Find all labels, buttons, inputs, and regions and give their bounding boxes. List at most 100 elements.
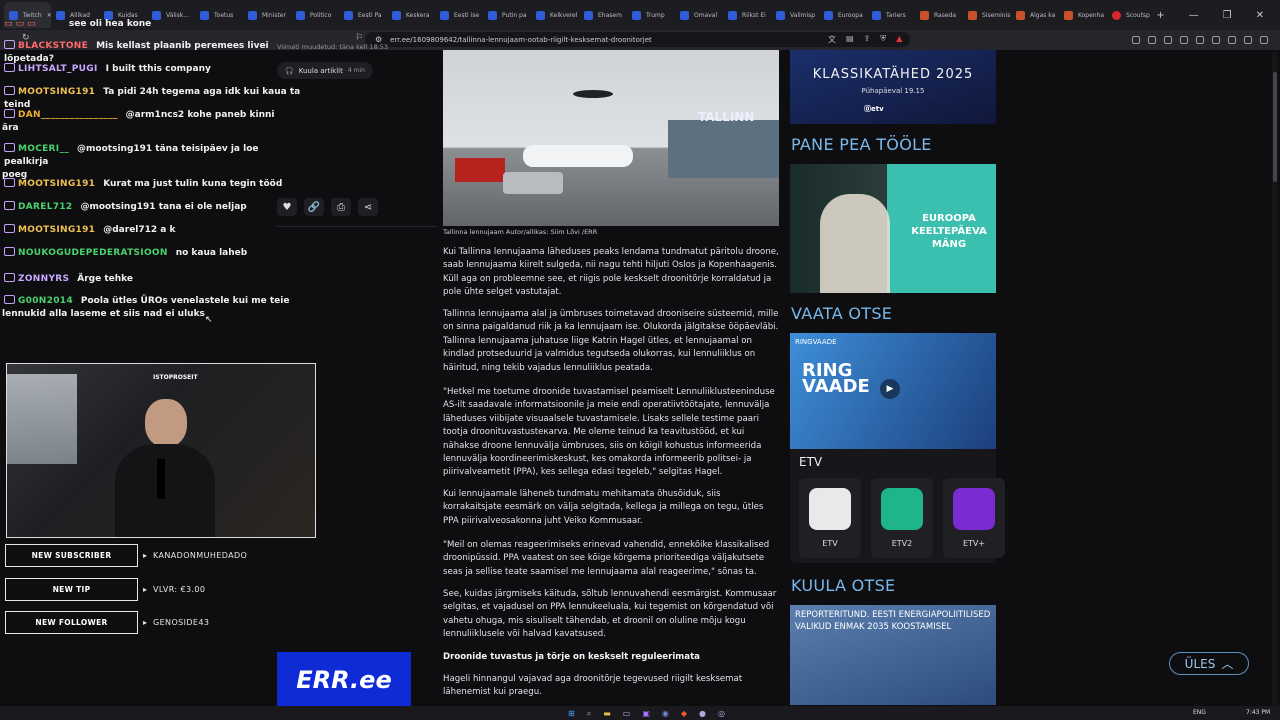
new-tab-icon[interactable]: + <box>1156 10 1164 21</box>
chat-username[interactable]: G00N2014 <box>18 296 73 306</box>
shield-icon[interactable]: ⛨ <box>880 34 886 45</box>
browser-tab[interactable]: Ehasem <box>579 2 627 28</box>
streamer-body <box>115 444 215 537</box>
browser-tab[interactable]: Minister <box>243 2 291 28</box>
menu-icon[interactable] <box>1260 35 1268 44</box>
tab-label: Välisk... <box>166 11 189 19</box>
discord-icon[interactable]: ◉ <box>662 709 669 719</box>
chat-message: NOUKOGUDEPEDERATSIOON no kaua laheb <box>4 247 304 260</box>
tab-favicon-icon <box>248 10 257 20</box>
subscriber-badge-icon <box>4 224 15 233</box>
live-video-thumbnail[interactable]: RINGVAADE RING VAADE ▶ <box>790 333 996 449</box>
radio-thumbnail[interactable]: REPORTERITUND. EESTI ENERGIAPOLIITILISED… <box>790 605 996 705</box>
tab-label: Toetus <box>214 11 234 19</box>
browser-tab[interactable]: Euroopa <box>819 2 867 28</box>
browser-tab[interactable]: Scoutsp <box>1107 2 1155 28</box>
browser-tab[interactable]: Politico <box>291 2 339 28</box>
start-icon[interactable]: ⊞ <box>568 709 575 719</box>
chat-username[interactable]: DAN________________ <box>18 110 118 120</box>
close-icon[interactable]: ✕ <box>1256 10 1264 21</box>
article-subheading: Droonide tuvastus ja tõrje on keskselt r… <box>443 652 700 662</box>
copy-link-button[interactable]: 🔗 <box>304 198 324 216</box>
minimize-icon[interactable]: — <box>1189 10 1199 21</box>
translate-icon[interactable]: 文 <box>828 34 836 45</box>
sidebar-icon[interactable] <box>1180 35 1188 44</box>
browser-tab[interactable]: Omaval <box>675 2 723 28</box>
keeltepaev-banner[interactable]: EUROOPA KEELTEPÄEVA MÄNG <box>790 164 996 293</box>
tab-label: Kuidas <box>118 11 138 19</box>
channel-etv2[interactable]: ETV2 <box>871 478 933 558</box>
search-icon[interactable]: ⌕ <box>587 709 591 719</box>
chat-username[interactable]: DAREL712 <box>18 202 72 212</box>
heading-kuula-otse: KUULA OTSE <box>791 576 896 595</box>
alert-label: NEW TIP <box>5 578 138 601</box>
browser-tab[interactable]: Eesti ise <box>435 2 483 28</box>
channel-etv[interactable]: ETV <box>799 478 861 558</box>
subscriber-badge-icon <box>4 40 15 49</box>
browser-tab[interactable]: Putin pa <box>483 2 531 28</box>
tab-favicon-icon <box>776 10 785 20</box>
wallet-icon[interactable] <box>1196 35 1204 44</box>
tab-favicon-icon <box>392 10 401 20</box>
tab-label: Eesti ise <box>454 11 480 19</box>
extension-icon[interactable] <box>1132 35 1140 44</box>
tab-favicon-icon <box>680 10 689 20</box>
channel-logo-icon <box>953 488 995 530</box>
browser-tab[interactable]: Kopenha <box>1059 2 1107 28</box>
share-icon[interactable]: ⇪ <box>864 34 871 45</box>
vpn-icon[interactable] <box>1212 35 1220 44</box>
channel-etv-plus[interactable]: ETV+ <box>943 478 1005 558</box>
maximize-icon[interactable]: ❐ <box>1223 10 1232 21</box>
page-scrollbar[interactable] <box>1272 52 1278 706</box>
browser-tab[interactable]: Raseda <box>915 2 963 28</box>
brave-rewards-icon[interactable]: ▲ <box>896 34 902 45</box>
language-indicator[interactable]: ENG <box>1193 709 1206 716</box>
tab-label: Tariers <box>886 11 906 19</box>
browser-tab[interactable]: Siseminis <box>963 2 1011 28</box>
chat-text: no kaua laheb <box>175 248 248 258</box>
mouse-cursor-icon: ↖ <box>205 315 213 325</box>
klassikatahed-banner[interactable]: KLASSIKATÄHED 2025 Pühapäeval 19.15 ⓪etv <box>790 50 996 124</box>
windows-taskbar: ⊞ ⌕ ▬ ▭ ▣ ◉ ◆ ● ◎ ENG 7:43 PM <box>0 706 1280 720</box>
chat-username[interactable]: MOOTSING191 <box>18 225 95 235</box>
browser-tab[interactable]: Keskera <box>387 2 435 28</box>
browser-tab[interactable]: Algas ka <box>1011 2 1059 28</box>
chat-username[interactable]: NOUKOGUDEPEDERATSIOON <box>18 248 168 258</box>
chat-username[interactable]: MOOTSING191 <box>18 87 95 97</box>
brave-icon[interactable]: ◆ <box>681 709 687 719</box>
clock[interactable]: 7:43 PM <box>1246 709 1270 716</box>
browser-tab[interactable]: Valimisp <box>771 2 819 28</box>
share-button[interactable]: ⋖ <box>358 198 378 216</box>
chat-username[interactable]: BLACKSTONE <box>18 41 88 51</box>
settings-icon[interactable] <box>1244 35 1252 44</box>
err-logo[interactable]: ERR.ee <box>277 652 411 708</box>
print-button[interactable]: ⎙ <box>331 198 351 216</box>
chat-username[interactable]: LIHTSALT_PUGI <box>18 64 98 74</box>
download-icon[interactable] <box>1164 35 1172 44</box>
play-icon[interactable]: ▶ <box>880 379 900 399</box>
scroll-up-button[interactable]: ÜLES ︿ <box>1169 652 1249 675</box>
channel-logo-icon <box>809 488 851 530</box>
chat-username[interactable]: MOOTSING191 <box>18 179 95 189</box>
tab-label: Allikad <box>70 11 90 19</box>
browser-tab[interactable]: Trump <box>627 2 675 28</box>
file-explorer-icon[interactable]: ▬ <box>603 709 611 719</box>
reader-icon[interactable]: ▤ <box>846 34 854 45</box>
scrollbar-thumb[interactable] <box>1273 72 1277 182</box>
steam-icon[interactable]: ◎ <box>718 709 725 719</box>
chat-username[interactable]: ZONNYRS <box>18 274 69 284</box>
browser-tab[interactable]: Eesti Pa <box>339 2 387 28</box>
obs-icon[interactable]: ● <box>699 709 706 719</box>
screen: Twitch ✕ Allikad Kuidas Välisk... Toetus Minis… <box>0 0 1280 720</box>
webcam-frame: ISTOPROSEIT <box>6 363 316 538</box>
explorer-icon[interactable]: ▭ <box>623 709 631 719</box>
leo-icon[interactable] <box>1228 35 1236 44</box>
browser-tab[interactable]: Kelkverel <box>531 2 579 28</box>
browser-tab[interactable]: Riikst Ei <box>723 2 771 28</box>
browser-tab[interactable]: Tariers <box>867 2 915 28</box>
bookmark-icon[interactable]: ⚐ <box>355 33 363 43</box>
extension-icon[interactable] <box>1148 35 1156 44</box>
twitch-icon[interactable]: ▣ <box>642 709 650 719</box>
chat-username[interactable]: MOCERI__ <box>18 144 69 154</box>
tab-favicon-icon <box>1112 10 1121 20</box>
